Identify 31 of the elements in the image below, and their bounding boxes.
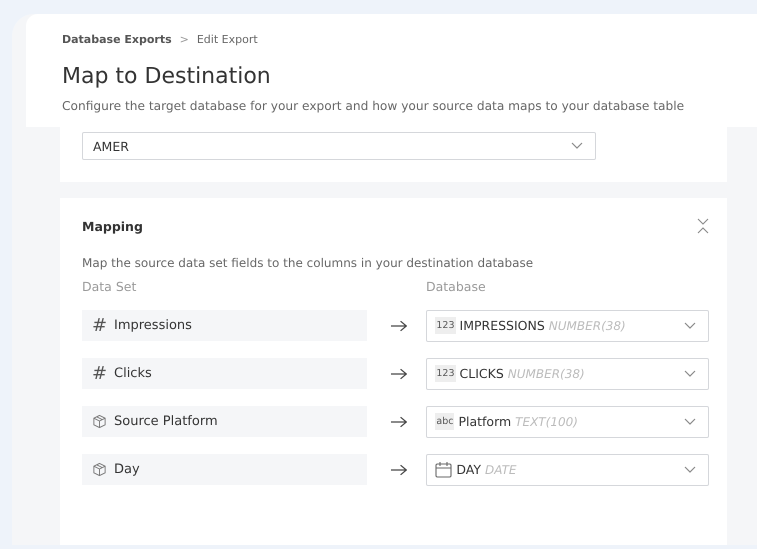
chevron-down-icon [684, 322, 696, 330]
column-header: Database [426, 279, 486, 294]
column-select[interactable]: 123 CLICKS NUMBER(38) [426, 358, 709, 390]
source-field: # Clicks [82, 358, 368, 389]
arrow-right-icon [390, 320, 408, 332]
arrow-right-icon [390, 464, 408, 476]
source-field: # Impressions [82, 310, 368, 341]
breadcrumb-separator: > [180, 33, 189, 46]
chevron-down-icon [684, 466, 696, 474]
collapse-icon[interactable] [697, 218, 709, 234]
section-title: Mapping [82, 218, 143, 234]
region-select[interactable]: AMER [82, 132, 596, 160]
cube-icon [92, 462, 107, 477]
source-field: Source Platform [82, 406, 368, 437]
chevron-down-icon [684, 370, 696, 378]
source-field: Day [82, 454, 368, 485]
column-select[interactable]: 123 IMPRESSIONS NUMBER(38) [426, 310, 709, 342]
column-header: Data Set [82, 279, 138, 294]
chevron-down-icon [571, 142, 583, 150]
column-select[interactable]: DAY DATE [426, 454, 709, 486]
calendar-icon [435, 461, 452, 478]
arrow-right-icon [390, 416, 408, 428]
page-title: Map to Destination [62, 64, 272, 89]
arrow-right-icon [390, 368, 408, 380]
cube-icon [92, 414, 107, 429]
section-description: Map the source data set fields to the columns in your destination database [82, 256, 534, 270]
page-subtitle: Configure the target database for your export and how your source data maps to your database table [62, 99, 686, 113]
breadcrumb-link[interactable]: Database Exports [62, 33, 172, 46]
column-select[interactable]: abc Platform TEXT(100) [426, 406, 709, 438]
current-page-label: Edit Export [196, 33, 258, 46]
chevron-down-icon [684, 418, 696, 426]
